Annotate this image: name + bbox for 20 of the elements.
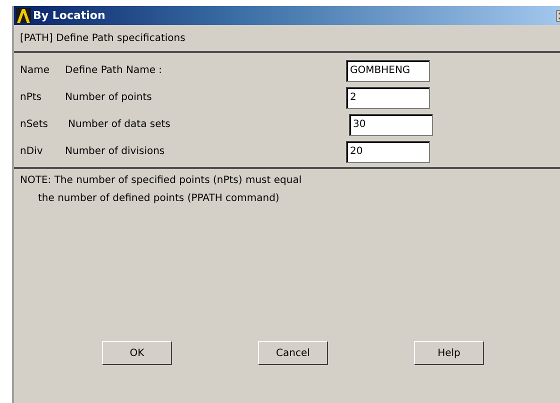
parameter-name: nPts xyxy=(20,92,42,103)
cancel-button[interactable]: Cancel xyxy=(258,341,328,365)
note-text: NOTE: The number of specified points (nPts) must equal xyxy=(20,175,303,186)
window-title: By Location xyxy=(33,9,106,22)
parameter-name: nDiv xyxy=(20,146,44,157)
ok-button[interactable]: OK xyxy=(102,341,172,365)
field-label: Number of points xyxy=(65,92,153,103)
input-field[interactable]: 30 xyxy=(349,114,433,136)
input-field[interactable]: 20 xyxy=(346,140,430,162)
parameter-name: nSets xyxy=(20,119,49,130)
note-text: the number of defined points (PPATH command) xyxy=(37,193,280,204)
input-field[interactable]: GOMBHENG xyxy=(346,60,430,82)
field-label: Number of data sets xyxy=(68,119,172,130)
command-header: [PATH] Define Path specifications xyxy=(14,25,560,53)
parameter-name: Name xyxy=(20,65,51,76)
field-label: Number of divisions xyxy=(65,146,166,157)
logo-icon xyxy=(16,8,31,23)
input-field[interactable]: 2 xyxy=(346,86,430,108)
help-button[interactable]: Help xyxy=(414,341,484,365)
field-label: Define Path Name : xyxy=(65,65,164,76)
